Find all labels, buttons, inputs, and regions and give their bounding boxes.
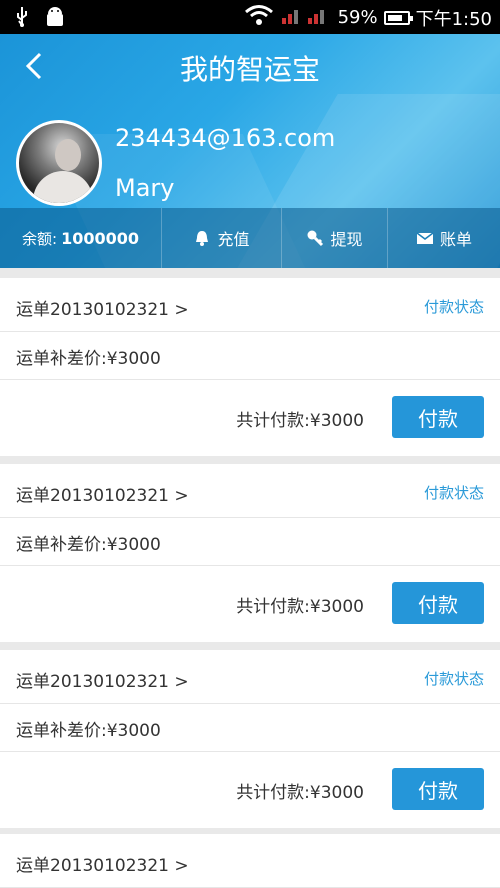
pay-button[interactable]: 付款 [392, 768, 484, 810]
user-email: 234434@163.com [115, 124, 336, 152]
payment-status: 付款状态 [423, 298, 484, 316]
total-payment: 共计付款:¥3000 [236, 597, 364, 617]
bill-button[interactable]: 账单 [388, 208, 500, 268]
withdraw-label: 提现 [330, 230, 363, 249]
withdraw-button[interactable]: 提现 [282, 208, 388, 268]
order-number[interactable]: 运单20130102321 > [16, 295, 189, 320]
payment-status: 付款状态 [423, 670, 484, 688]
account-action-bar: 余额: 1000000 充值 提现 账单 [0, 208, 500, 268]
total-payment: 共计付款:¥3000 [236, 783, 364, 803]
title-bar: 我的智运宝 [0, 34, 500, 98]
balance-display: 余额: 1000000 [0, 208, 162, 268]
diff-price: 运单补差价:¥3000 [16, 721, 161, 741]
profile-header: 我的智运宝 234434@163.com Mary 余额: 1000000 充值… [0, 34, 500, 268]
total-payment: 共计付款:¥3000 [236, 411, 364, 431]
order-card: 运单20130102321 > 付款状态 运单补差价:¥3000 共计付款:¥3… [0, 650, 500, 828]
order-diff-row: 运单补差价:¥3000 [0, 518, 500, 566]
clock: 下午1:50 [415, 8, 492, 30]
diff-price: 运单补差价:¥3000 [16, 349, 161, 369]
avatar[interactable] [16, 120, 102, 206]
order-header-row[interactable]: 运单20130102321 > 付款状态 [0, 278, 500, 332]
bell-icon [196, 231, 209, 246]
wifi-icon [244, 4, 274, 31]
order-card: 运单20130102321 > 付款状态 运单补差价:¥3000 共计付款:¥3… [0, 278, 500, 456]
android-debug-icon [44, 6, 66, 32]
order-header-row[interactable]: 运单20130102321 > 付款状态 [0, 464, 500, 518]
order-number[interactable]: 运单20130102321 > [16, 851, 189, 876]
order-number[interactable]: 运单20130102321 > [16, 481, 189, 506]
pay-button[interactable]: 付款 [392, 582, 484, 624]
key-icon [307, 230, 324, 247]
bill-label: 账单 [439, 230, 472, 249]
envelope-icon [416, 232, 434, 244]
page-title: 我的智运宝 [179, 53, 320, 86]
recharge-button[interactable]: 充值 [162, 208, 282, 268]
order-card: 运单20130102321 > [0, 834, 500, 888]
order-card: 运单20130102321 > 付款状态 运单补差价:¥3000 共计付款:¥3… [0, 464, 500, 642]
battery-percent: 59% [337, 7, 378, 28]
user-name: Mary [115, 174, 175, 202]
balance-label: 余额: [22, 229, 58, 248]
diff-price: 运单补差价:¥3000 [16, 535, 161, 555]
status-bar: 59% 下午1:50 [0, 0, 500, 34]
order-number[interactable]: 运单20130102321 > [16, 667, 189, 692]
usb-icon [14, 6, 30, 32]
recharge-label: 充值 [217, 230, 250, 249]
signal-icon [280, 4, 332, 31]
order-diff-row: 运单补差价:¥3000 [0, 332, 500, 380]
battery-charging-icon [383, 10, 413, 25]
balance-value: 1000000 [61, 228, 139, 248]
payment-status: 付款状态 [423, 484, 484, 502]
order-header-row[interactable]: 运单20130102321 > [0, 834, 500, 888]
pay-button[interactable]: 付款 [392, 396, 484, 438]
order-header-row[interactable]: 运单20130102321 > 付款状态 [0, 650, 500, 704]
order-diff-row: 运单补差价:¥3000 [0, 704, 500, 752]
